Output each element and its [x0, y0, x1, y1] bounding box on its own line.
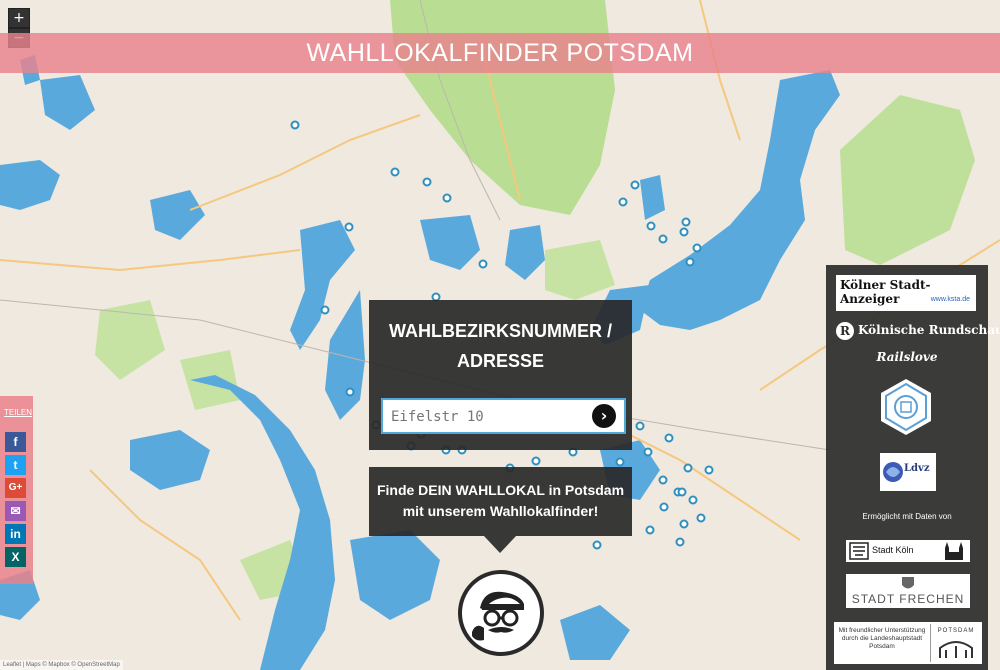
polling-marker[interactable]: [344, 222, 354, 232]
search-field: ›: [381, 398, 626, 434]
kr-letter-icon: R: [836, 322, 854, 340]
tooltip-arrow: [484, 536, 516, 553]
mail-icon[interactable]: ✉: [5, 501, 26, 521]
polling-marker[interactable]: [688, 495, 698, 505]
share-label: TEILEN: [4, 408, 33, 417]
zoom-in-button[interactable]: +: [8, 8, 30, 28]
badge-icon[interactable]: [880, 378, 932, 436]
railslove-logo[interactable]: Railslove: [826, 350, 988, 364]
koeln-name: Stadt Köln: [872, 545, 914, 555]
data-credit-label: Ermöglicht mit Daten von: [862, 512, 952, 521]
polling-marker[interactable]: [646, 221, 656, 231]
ksta-url: www.ksta.de: [930, 296, 970, 303]
xing-icon[interactable]: X: [5, 547, 26, 567]
frechen-crest-icon: [902, 577, 914, 589]
kr-logo[interactable]: R Kölnische Rundschau: [836, 322, 1000, 342]
polling-marker[interactable]: [618, 197, 628, 207]
polling-marker[interactable]: [677, 487, 687, 497]
mascot-icon: [472, 591, 524, 641]
potsdam-support-text: Mit freundlicher Unterstützung durch die…: [838, 627, 926, 650]
polling-marker[interactable]: [675, 537, 685, 547]
polling-marker[interactable]: [659, 502, 669, 512]
potsdam-logo-text: POTSDAM: [937, 628, 975, 634]
polling-marker[interactable]: [658, 475, 668, 485]
ksta-logo[interactable]: Kölner Stadt-Anzeiger www.ksta.de: [836, 275, 976, 311]
polling-marker[interactable]: [615, 457, 625, 467]
polling-marker[interactable]: [645, 525, 655, 535]
polling-marker[interactable]: [320, 305, 330, 315]
tooltip-line1: Finde DEIN WAHLLOKAL in Potsdam: [376, 482, 625, 498]
polling-marker[interactable]: [685, 257, 695, 267]
map-attribution[interactable]: Leaflet | Maps © Mapbox © OpenStreetMap: [0, 660, 123, 670]
share-bar: TEILEN f t G+ ✉ in X: [0, 396, 33, 584]
linkedin-icon[interactable]: in: [5, 524, 26, 544]
search-title: WAHLBEZIRKSNUMMER / ADRESSE: [369, 316, 632, 376]
google-plus-icon[interactable]: G+: [5, 478, 26, 498]
potsdam-logo[interactable]: Mit freundlicher Unterstützung durch die…: [834, 622, 982, 664]
polling-marker[interactable]: [390, 167, 400, 177]
stadt-frechen-logo[interactable]: STADT FRECHEN: [846, 574, 970, 608]
polling-marker[interactable]: [290, 120, 300, 130]
frechen-name: STADT FRECHEN: [851, 592, 965, 606]
polling-marker[interactable]: [704, 465, 714, 475]
polling-marker[interactable]: [345, 387, 355, 397]
polling-marker[interactable]: [692, 243, 702, 253]
polling-marker[interactable]: [531, 456, 541, 466]
search-input[interactable]: [389, 406, 593, 428]
polling-marker[interactable]: [478, 259, 488, 269]
ldvz-name: Ldvz: [904, 463, 930, 474]
polling-marker[interactable]: [681, 217, 691, 227]
page-title: WAHLLOKALFINDER POTSDAM: [0, 33, 1000, 73]
potsdam-arch-icon: [939, 641, 973, 658]
cathedral-icon: [945, 542, 963, 560]
facebook-icon[interactable]: f: [5, 432, 26, 452]
polling-marker[interactable]: [696, 513, 706, 523]
twitter-icon[interactable]: t: [5, 455, 26, 475]
stadt-koeln-logo[interactable]: Stadt Köln: [846, 540, 970, 562]
polling-marker[interactable]: [630, 180, 640, 190]
polling-marker[interactable]: [658, 234, 668, 244]
polling-marker[interactable]: [592, 540, 602, 550]
polling-marker[interactable]: [664, 433, 674, 443]
mascot-avatar[interactable]: [458, 570, 544, 656]
koeln-crest-icon: [849, 542, 869, 560]
polling-marker[interactable]: [635, 421, 645, 431]
potsdam-emblem: POTSDAM: [930, 624, 981, 662]
ldvz-icon: [883, 462, 903, 482]
sponsor-panel: Kölner Stadt-Anzeiger www.ksta.de R Köln…: [826, 265, 1000, 670]
polling-marker[interactable]: [683, 463, 693, 473]
tooltip-line2: mit unserem Wahllokalfinder!: [402, 503, 599, 519]
search-panel: WAHLBEZIRKSNUMMER / ADRESSE ›: [369, 300, 632, 450]
search-title-line2: ADRESSE: [456, 351, 545, 371]
polling-marker[interactable]: [679, 227, 689, 237]
ldvz-logo[interactable]: Ldvz: [880, 453, 936, 491]
polling-marker[interactable]: [422, 177, 432, 187]
polling-marker[interactable]: [442, 193, 452, 203]
chevron-right-icon[interactable]: ›: [592, 404, 616, 428]
polling-marker[interactable]: [643, 447, 653, 457]
polling-marker[interactable]: [679, 519, 689, 529]
kr-name: Kölnische Rundschau: [858, 323, 1000, 337]
info-tooltip: Finde DEIN WAHLLOKAL in Potsdam mit unse…: [369, 467, 632, 536]
search-title-line1: WAHLBEZIRKSNUMMER /: [389, 321, 612, 341]
